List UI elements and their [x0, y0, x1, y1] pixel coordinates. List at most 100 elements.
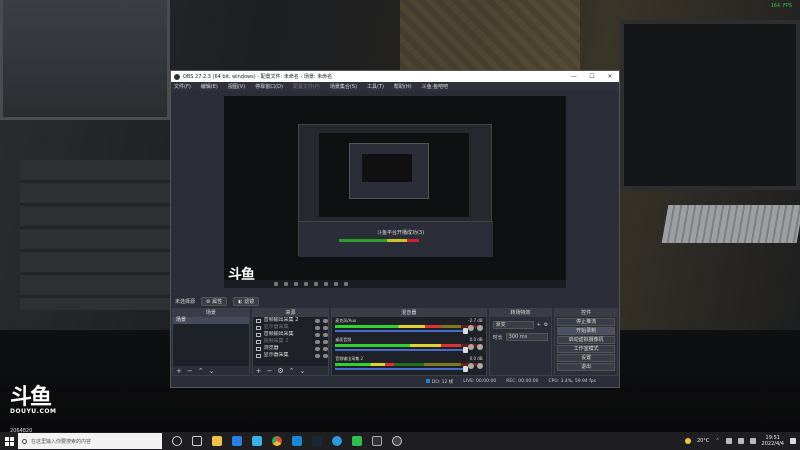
gear-icon[interactable]: ⚙ [277, 367, 283, 375]
duration-label: 时长 [492, 334, 503, 341]
source-item[interactable]: 显示器采集 [253, 352, 329, 359]
duration-input[interactable]: 300 ms [505, 333, 549, 341]
add-icon[interactable]: + [176, 367, 182, 375]
add-icon[interactable]: + [537, 322, 541, 328]
wechat-icon[interactable] [352, 436, 362, 446]
transition-type-select[interactable]: 渐变 [492, 321, 534, 329]
volume-icon[interactable] [737, 438, 744, 444]
move-up-icon[interactable]: ⌃ [289, 367, 295, 375]
move-down-icon[interactable]: ⌄ [300, 367, 306, 375]
task-view-icon[interactable] [192, 436, 202, 446]
source-item[interactable]: 视频采集 2 [253, 338, 329, 345]
menu-scene-collection[interactable]: 场景集合(S) [330, 83, 357, 90]
lock-icon[interactable] [323, 332, 329, 337]
menu-douyu[interactable]: 斗鱼·鱼吧吧 [422, 83, 449, 90]
scene-item[interactable]: 场景 [173, 317, 249, 324]
studio-mode-button[interactable]: 工作室模式 [557, 345, 615, 353]
source-item[interactable]: 显示器采集 [253, 324, 329, 331]
speaker-icon[interactable] [467, 363, 474, 369]
gear-icon[interactable] [476, 325, 483, 331]
gear-icon[interactable]: ⚙ [544, 322, 548, 328]
channel-db: -2.7 dB [468, 318, 483, 323]
menu-help[interactable]: 帮助(H) [394, 83, 412, 90]
preview-area: 斗鱼平台开播成功(3) 斗鱼 [172, 92, 618, 294]
channel-name: 音频输出采集 2 [335, 356, 364, 361]
lock-icon[interactable] [323, 325, 329, 330]
menu-tools[interactable]: 工具(T) [367, 83, 384, 90]
scenes-list: 场景 [173, 317, 249, 366]
move-down-icon[interactable]: ⌄ [209, 367, 215, 375]
obs-titlebar[interactable]: OBS 27.2.3 (64 bit, windows) - 配置文件: 未命名… [171, 71, 619, 82]
eye-icon[interactable] [315, 353, 321, 358]
steam-icon[interactable] [312, 436, 322, 446]
nested-preview-inner [349, 143, 429, 199]
minimize-icon[interactable]: — [565, 71, 583, 82]
lock-icon[interactable] [323, 318, 329, 323]
eye-icon[interactable] [315, 318, 321, 323]
file-explorer-icon[interactable] [212, 436, 222, 446]
taskbar-clock[interactable]: 19:51 2022/4/4 [762, 435, 784, 447]
source-item[interactable]: 音频输出采集 2 [253, 317, 329, 324]
filters-button[interactable]: ◐ 滤镜 [233, 296, 260, 306]
wallpaper-keyboard [661, 205, 800, 243]
start-virtual-camera-button[interactable]: 启动虚拟摄像机 [557, 336, 615, 344]
eye-icon[interactable] [315, 346, 321, 351]
dropped-frames: DO: 12 帧 [425, 379, 453, 385]
chevron-up-icon[interactable]: ⌃ [715, 438, 719, 444]
preview-canvas[interactable]: 斗鱼平台开播成功(3) 斗鱼 [224, 96, 566, 288]
gear-icon[interactable] [476, 344, 483, 350]
add-icon[interactable]: + [256, 367, 262, 375]
app-icon[interactable] [372, 436, 382, 446]
eye-icon[interactable] [315, 339, 321, 344]
lock-icon[interactable] [323, 346, 329, 351]
source-item[interactable]: 音频输出采集 [253, 331, 329, 338]
network-icon[interactable] [725, 438, 732, 444]
eye-icon[interactable] [315, 332, 321, 337]
qq-icon[interactable] [332, 436, 342, 446]
sources-list: 音频输出采集 2 显示器采集 音频输出采集 视频采集 2 浏览器 显示器采集 [252, 317, 329, 366]
move-up-icon[interactable]: ⌃ [198, 367, 204, 375]
menu-docks[interactable]: 停靠窗口(D) [255, 83, 283, 90]
source-item[interactable]: 浏览器 [253, 345, 329, 352]
cortana-icon[interactable] [172, 436, 182, 446]
weather-temp[interactable]: 20°C [697, 438, 709, 444]
start-button[interactable] [0, 432, 18, 450]
vscode-icon[interactable] [292, 436, 302, 446]
stop-streaming-button[interactable]: 停止推流 [557, 318, 615, 326]
menu-profile[interactable]: 配置文件(P) [293, 83, 320, 90]
chrome-icon[interactable] [272, 436, 282, 446]
eye-icon[interactable] [315, 325, 321, 330]
lock-icon[interactable] [323, 339, 329, 344]
volume-slider[interactable] [335, 347, 468, 353]
wallpaper-cabinet [20, 160, 170, 310]
volume-slider[interactable] [335, 366, 468, 372]
notification-icon[interactable] [790, 438, 796, 444]
douyu-watermark: 斗鱼 DOUYU.COM [10, 387, 57, 416]
start-recording-button[interactable]: 开始录制 [557, 327, 615, 335]
taskbar-search[interactable]: 在这里输入你要搜索的内容 [18, 433, 162, 449]
volume-slider[interactable] [335, 328, 468, 334]
weather-icon[interactable] [684, 438, 691, 444]
speaker-icon[interactable] [467, 325, 474, 331]
speaker-icon[interactable] [467, 344, 474, 350]
close-icon[interactable]: ✕ [601, 71, 619, 82]
menu-file[interactable]: 文件(F) [174, 83, 191, 90]
menu-edit[interactable]: 编辑(E) [201, 83, 218, 90]
remove-icon[interactable]: − [187, 367, 193, 375]
sources-dock: 来源 音频输出采集 2 显示器采集 音频输出采集 视频采集 2 浏览器 显示器采… [251, 308, 330, 376]
menu-view[interactable]: 视图(V) [228, 83, 245, 90]
douyu-logo-word: DOUYU.COM [10, 408, 57, 415]
properties-button[interactable]: ⚙ 属性 [201, 296, 228, 306]
obs-icon[interactable] [392, 436, 402, 446]
gear-icon[interactable] [476, 363, 483, 369]
windows-taskbar: 在这里输入你要搜索的内容 20°C ⌃ 19:51 2022/4/4 [0, 432, 800, 450]
maximize-icon[interactable]: ☐ [583, 71, 601, 82]
remove-icon[interactable]: − [267, 367, 273, 375]
lock-icon[interactable] [323, 353, 329, 358]
settings-button[interactable]: 设置 [557, 354, 615, 362]
mail-icon[interactable] [252, 436, 262, 446]
ime-icon[interactable] [749, 438, 756, 444]
docks-row: 场景 场景 + − ⌃ ⌄ 来源 音频输出采集 2 显示器采集 音频输出采集 视… [172, 308, 618, 376]
store-icon[interactable] [232, 436, 242, 446]
exit-button[interactable]: 退出 [557, 363, 615, 371]
